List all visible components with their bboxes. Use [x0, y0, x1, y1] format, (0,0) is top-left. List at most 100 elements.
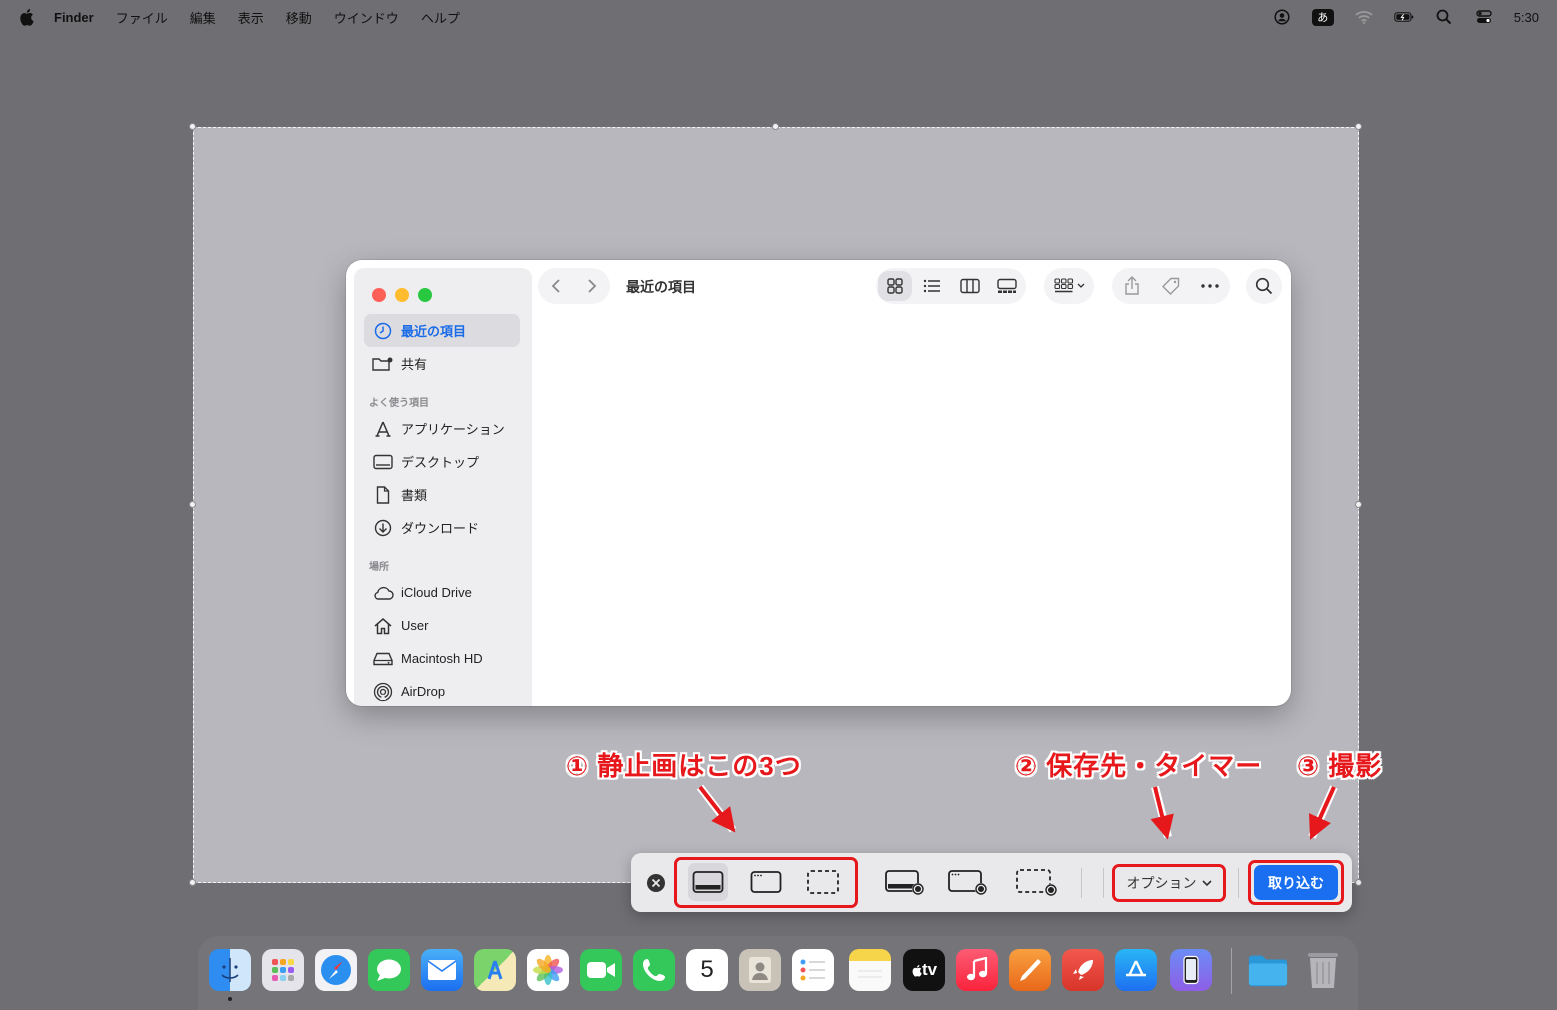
sidebar-section-favorites: よく使う項目 — [369, 398, 429, 409]
menu-view[interactable]: 表示 — [238, 8, 264, 27]
menu-bar: Finder ファイル 編集 表示 移動 ウインドウ ヘルプ あ 5:30 — [0, 0, 1557, 34]
input-source-icon[interactable]: あ — [1311, 8, 1334, 26]
phone-app-icon[interactable] — [633, 949, 675, 991]
selection-handle-tc[interactable] — [772, 123, 779, 130]
menu-file[interactable]: ファイル — [116, 8, 168, 27]
columns-icon — [960, 278, 980, 294]
apple-menu-icon[interactable] — [18, 8, 34, 26]
sidebar-item-label: iCloud Drive — [401, 585, 472, 600]
record-selection-button[interactable] — [1014, 863, 1060, 901]
share-button[interactable] — [1115, 271, 1149, 301]
pages-app-icon[interactable] — [1009, 949, 1051, 991]
finder-app-icon[interactable] — [209, 949, 251, 991]
home-icon — [372, 616, 394, 636]
search-button[interactable] — [1246, 268, 1282, 304]
search-icon — [1255, 277, 1273, 295]
menu-help[interactable]: ヘルプ — [421, 8, 460, 27]
iphone-mirroring-app-icon[interactable] — [1170, 949, 1212, 991]
view-mode-group — [876, 268, 1026, 304]
sidebar-item-label: AirDrop — [401, 684, 446, 699]
tag-icon — [1161, 277, 1180, 295]
apple-logo-icon — [912, 964, 922, 977]
callout-capture: ③ 撮影 — [1297, 751, 1383, 781]
sidebar-item-icloud-drive[interactable]: iCloud Drive — [364, 576, 520, 609]
sidebar-item-applications[interactable]: アプリケーション — [364, 412, 520, 445]
more-actions-button[interactable] — [1193, 271, 1227, 301]
contacts-app-icon[interactable] — [739, 949, 781, 991]
user-account-icon[interactable] — [1272, 9, 1292, 25]
gallery-icon — [997, 278, 1017, 293]
back-button[interactable] — [539, 271, 573, 301]
toolbar-divider — [1238, 868, 1239, 898]
icon-view-button[interactable] — [877, 271, 912, 301]
group-by-button[interactable] — [1044, 268, 1094, 304]
grid-icon — [887, 278, 903, 294]
safari-app-icon[interactable] — [315, 949, 357, 991]
selection-handle-br[interactable] — [1355, 879, 1362, 886]
status-area: あ 5:30 — [1272, 0, 1539, 34]
document-icon — [372, 485, 394, 505]
highlight-capture — [1248, 860, 1344, 905]
sidebar-item-documents[interactable]: 書類 — [364, 478, 520, 511]
zoom-window-button[interactable] — [418, 288, 432, 302]
folder-icon[interactable] — [1247, 949, 1289, 991]
menu-clock[interactable]: 5:30 — [1514, 10, 1539, 25]
group-grid-icon — [1053, 278, 1073, 293]
selection-handle-tr[interactable] — [1355, 123, 1362, 130]
chevron-right-icon — [588, 279, 597, 293]
notes-app-icon[interactable] — [849, 949, 891, 991]
sidebar-item-user[interactable]: User — [364, 609, 520, 642]
sidebar-item-macintosh-hd[interactable]: Macintosh HD — [364, 642, 520, 675]
facetime-app-icon[interactable] — [580, 949, 622, 991]
mail-app-icon[interactable] — [421, 949, 463, 991]
photos-app-icon[interactable] — [527, 949, 569, 991]
minimize-window-button[interactable] — [395, 288, 409, 302]
menu-edit[interactable]: 編集 — [190, 8, 216, 27]
column-view-button[interactable] — [953, 271, 987, 301]
spotlight-search-icon[interactable] — [1434, 9, 1454, 25]
sidebar-item-downloads[interactable]: ダウンロード — [364, 511, 520, 544]
music-app-icon[interactable] — [956, 949, 998, 991]
selection-handle-bl[interactable] — [189, 879, 196, 886]
cloud-icon — [372, 583, 394, 603]
disk-icon — [372, 649, 394, 669]
list-view-button[interactable] — [915, 271, 949, 301]
sidebar-item-desktop[interactable]: デスクトップ — [364, 445, 520, 478]
sidebar-item-label: 書類 — [401, 488, 428, 503]
record-entire-screen-button[interactable] — [883, 863, 927, 901]
selection-handle-ml[interactable] — [189, 501, 196, 508]
share-icon — [1124, 276, 1139, 295]
messages-app-icon[interactable] — [368, 949, 410, 991]
close-toolbar-button[interactable] — [645, 872, 667, 894]
close-window-button[interactable] — [372, 288, 386, 302]
battery-icon[interactable] — [1393, 9, 1414, 25]
sidebar-item-recents[interactable]: 最近の項目 — [364, 314, 520, 347]
record-selection-area-window-button[interactable] — [946, 863, 990, 901]
wifi-icon[interactable] — [1354, 9, 1374, 25]
record-selection-icon — [1016, 869, 1057, 896]
sidebar-item-label: アプリケーション — [401, 422, 505, 437]
trash-icon[interactable] — [1302, 949, 1344, 991]
sidebar-item-label: ダウンロード — [401, 521, 480, 536]
control-center-icon[interactable] — [1474, 9, 1494, 25]
menu-go[interactable]: 移動 — [286, 8, 312, 27]
calendar-app-icon[interactable]: 5 — [686, 949, 728, 991]
sidebar-item-label: User — [401, 618, 429, 633]
tv-app-icon[interactable]: tv — [903, 949, 945, 991]
launchpad-app-icon[interactable] — [262, 949, 304, 991]
maps-app-icon[interactable] — [474, 949, 516, 991]
selection-handle-mr[interactable] — [1355, 501, 1362, 508]
app-store-icon[interactable] — [1115, 949, 1157, 991]
forward-button[interactable] — [575, 271, 609, 301]
sidebar-item-airdrop[interactable]: AirDrop — [364, 675, 520, 706]
toolbar-divider — [1081, 868, 1082, 898]
sidebar-item-shared[interactable]: 共有 — [364, 347, 520, 380]
tag-button[interactable] — [1154, 271, 1188, 301]
finder-window: 最近の項目 共有 よく使う項目 アプリケーション デスクトップ 書類 ダウンロー… — [346, 260, 1291, 706]
reminders-app-icon[interactable] — [792, 949, 834, 991]
gallery-view-button[interactable] — [990, 271, 1024, 301]
menu-window[interactable]: ウインドウ — [334, 8, 399, 27]
rocket-app-icon[interactable] — [1062, 949, 1104, 991]
selection-handle-tl[interactable] — [189, 123, 196, 130]
menu-app-name[interactable]: Finder — [54, 10, 94, 25]
